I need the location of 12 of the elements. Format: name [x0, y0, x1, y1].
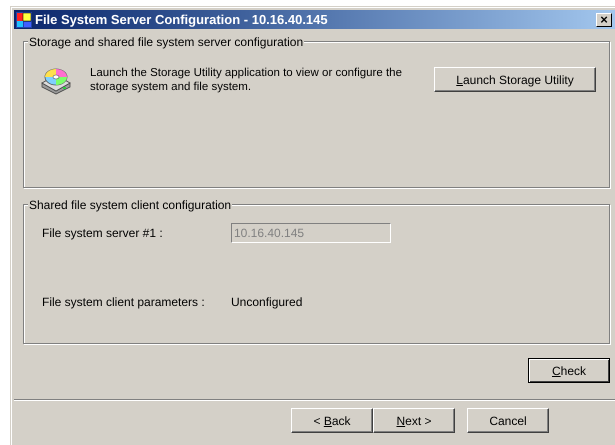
field-label: File system client parameters : [42, 294, 206, 311]
launch-storage-utility-button[interactable]: Launch Storage Utility [434, 67, 596, 92]
check-button[interactable]: Check [528, 358, 610, 383]
close-button[interactable]: × [596, 12, 612, 26]
field-label: File system server #1 : [42, 225, 164, 242]
back-button[interactable]: < Back [291, 408, 373, 433]
next-button[interactable]: Next > [373, 408, 455, 433]
cancel-button[interactable]: Cancel [467, 408, 549, 433]
app-icon [16, 12, 32, 28]
parameters-status: Unconfigured [231, 294, 302, 311]
description-text: Launch the Storage Utility application to view or configure the storage system and file system. [90, 66, 403, 94]
window-title: File System Server Configuration - 10.16.40.145 [35, 10, 328, 29]
